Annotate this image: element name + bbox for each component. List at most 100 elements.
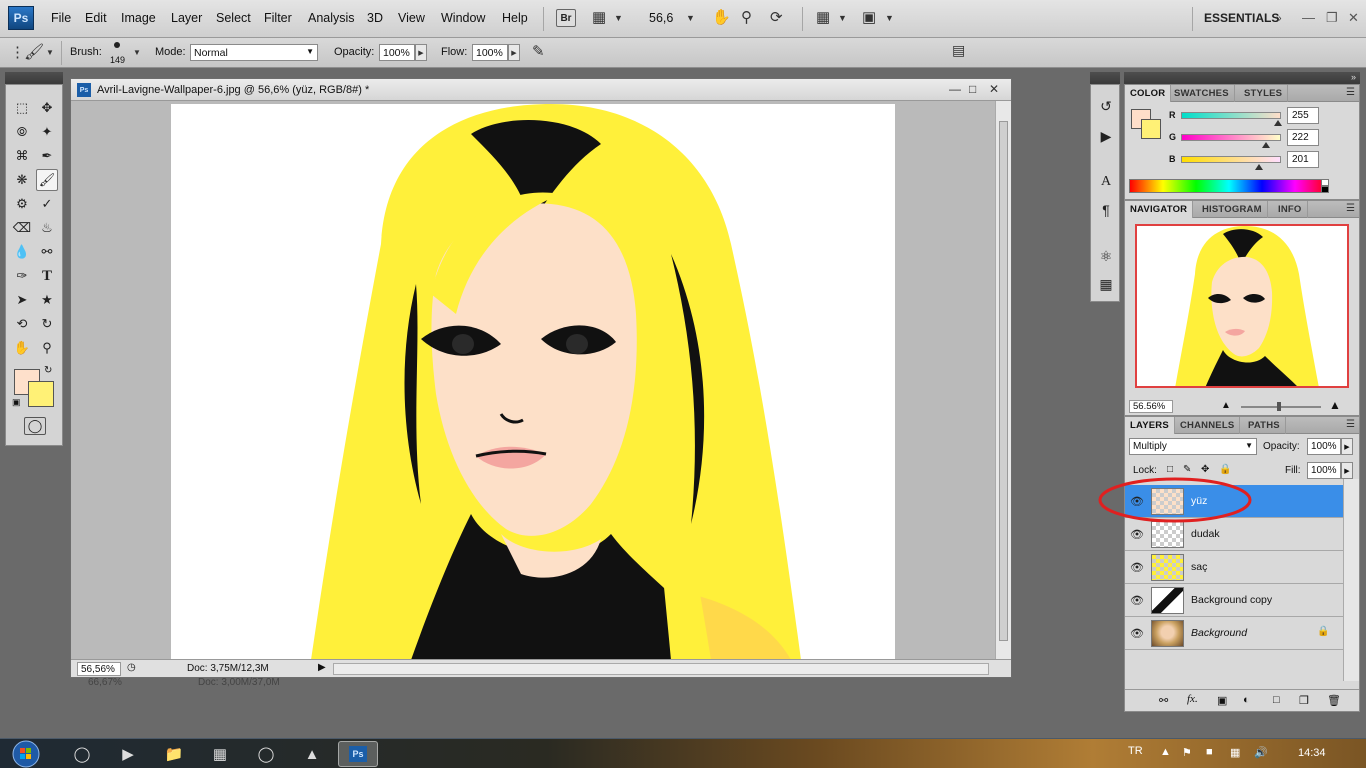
layer-visibility-eye-icon[interactable]: 👁 [1129, 626, 1145, 640]
tray-device-icon[interactable]: ■ [1206, 746, 1213, 758]
bridge-button[interactable]: Br [556, 9, 576, 27]
3d-orbit-tool-icon[interactable]: ↻ [36, 313, 58, 335]
default-colors-icon[interactable]: ▣ [12, 397, 21, 408]
tab-histogram[interactable]: HISTOGRAM [1197, 201, 1268, 218]
tray-expand-icon[interactable]: ▲ [1160, 746, 1171, 758]
menu-view[interactable]: View [398, 11, 425, 25]
red-channel-slider[interactable] [1181, 112, 1282, 126]
status-menu-arrow-icon[interactable]: ▶ [318, 662, 326, 673]
screen-mode-chevron-down-icon[interactable]: ▼ [885, 13, 894, 23]
layer-row-sac[interactable]: 👁 saç [1125, 551, 1343, 584]
lasso-tool-icon[interactable]: ⦾ [11, 121, 33, 143]
brush-tool-icon[interactable]: 🖌 [36, 169, 58, 191]
menu-edit[interactable]: Edit [85, 11, 107, 25]
new-layer-icon[interactable]: ❐ [1299, 694, 1309, 707]
image-canvas[interactable] [171, 104, 895, 659]
lock-position-icon[interactable]: ✥ [1201, 464, 1209, 475]
link-layers-icon[interactable]: ⚯ [1159, 694, 1168, 707]
lock-transparent-icon[interactable]: □ [1167, 464, 1173, 475]
blur-tool-icon[interactable]: 💧 [11, 241, 33, 263]
taskbar-calculator-icon[interactable]: ▦ [200, 741, 240, 767]
brush-preset-chevron-icon[interactable]: ▼ [46, 48, 54, 57]
delete-layer-icon[interactable]: 🗑 [1327, 694, 1341, 707]
canvas-area[interactable] [71, 101, 995, 659]
layer-row-background[interactable]: 👁 Background 🔒 [1125, 617, 1343, 650]
green-channel-thumb[interactable] [1262, 142, 1271, 148]
tab-swatches[interactable]: SWATCHES [1169, 85, 1235, 102]
taskbar-explorer-icon[interactable]: 📁 [154, 741, 194, 767]
zoom-level[interactable]: 56,6 [649, 11, 673, 25]
brush-preset-icon[interactable]: 🖌 [24, 42, 44, 62]
taskbar-media-player-icon[interactable]: ▶ [108, 741, 148, 767]
layer-visibility-eye-icon[interactable]: 👁 [1129, 560, 1145, 574]
color-panel-menu-icon[interactable]: ☰ [1346, 87, 1355, 98]
zoom-out-icon[interactable]: ▲ [1221, 400, 1231, 411]
pen-tool-icon[interactable]: ✑ [11, 265, 33, 287]
screen-mode-icon[interactable]: ▣ [862, 8, 876, 26]
flow-field[interactable]: 100% [472, 44, 508, 61]
navigator-zoom-thumb[interactable] [1277, 402, 1282, 411]
navigator-view-box[interactable] [1135, 224, 1349, 388]
3d-rotate-tool-icon[interactable]: ⟲ [11, 313, 33, 335]
horizontal-scrollbar[interactable] [333, 663, 989, 675]
mode-select[interactable]: Normal ▼ [190, 44, 318, 61]
document-zoom-field[interactable]: 56,56% [77, 662, 121, 676]
fill-slider-toggle-icon[interactable]: ▶ [1341, 462, 1353, 479]
layer-row-background-copy[interactable]: 👁 Background copy [1125, 584, 1343, 617]
layer-opacity-field[interactable]: 100% [1307, 438, 1341, 455]
menu-image[interactable]: Image [121, 11, 156, 25]
collapse-panels-icon[interactable]: » [1351, 72, 1356, 82]
paragraph-panel-icon[interactable]: ¶ [1095, 199, 1117, 221]
tab-navigator[interactable]: NAVIGATOR [1125, 201, 1194, 218]
history-brush-tool-icon[interactable]: ✓ [36, 193, 58, 215]
paint-bucket-tool-icon[interactable]: ♨ [36, 217, 58, 239]
menu-filter[interactable]: Filter [264, 11, 292, 25]
green-channel-slider[interactable] [1181, 134, 1281, 148]
arrange-documents-icon[interactable]: ▦ [816, 8, 830, 26]
tray-language[interactable]: TR [1128, 745, 1143, 757]
document-maximize-icon[interactable]: □ [969, 82, 976, 96]
menu-file[interactable]: File [51, 11, 71, 25]
eyedropper-tool-icon[interactable]: ✒ [36, 145, 58, 167]
vertical-scrollbar-thumb[interactable] [999, 121, 1008, 641]
taskbar-browser-icon[interactable]: ◯ [246, 741, 286, 767]
new-group-icon[interactable]: □ [1273, 694, 1280, 706]
photoshop-logo[interactable]: Ps [8, 6, 34, 30]
white-swatch[interactable] [1321, 179, 1329, 186]
red-channel-thumb[interactable] [1274, 120, 1282, 126]
tray-volume-icon[interactable]: 🔊 [1254, 746, 1268, 759]
custom-shape-tool-icon[interactable]: ★ [36, 289, 58, 311]
healing-brush-tool-icon[interactable]: ❋ [11, 169, 33, 191]
black-swatch[interactable] [1321, 186, 1329, 193]
layer-mask-icon[interactable]: ▣ [1217, 694, 1227, 707]
blue-channel-value[interactable]: 201 [1287, 151, 1319, 168]
red-channel-value[interactable]: 255 [1287, 107, 1319, 124]
workspace-switcher[interactable]: ESSENTIALS [1204, 11, 1279, 25]
menu-analysis[interactable]: Analysis [308, 11, 355, 25]
layers-panel-menu-icon[interactable]: ☰ [1346, 419, 1355, 430]
path-selection-tool-icon[interactable]: ➤ [11, 289, 33, 311]
fill-field[interactable]: 100% [1307, 462, 1341, 479]
hand-tool-icon[interactable]: ✋ [712, 8, 731, 26]
type-tool-icon[interactable]: T [36, 265, 58, 287]
flow-slider-toggle-icon[interactable]: ▶ [508, 44, 520, 61]
document-titlebar[interactable]: Ps Avril-Lavigne-Wallpaper-6.jpg @ 56,6%… [71, 79, 1011, 101]
layer-visibility-eye-icon[interactable]: 👁 [1129, 527, 1145, 541]
tray-network-icon[interactable]: ▦ [1230, 746, 1240, 759]
marquee-tool-icon[interactable]: ⬚ [11, 97, 33, 119]
minimize-icon[interactable]: — [1302, 10, 1315, 25]
tray-clock[interactable]: 14:34 [1298, 747, 1326, 759]
taskbar-ie-icon[interactable]: ◯ [62, 741, 102, 767]
navigator-preview[interactable] [1135, 224, 1349, 388]
view-extras-icon[interactable]: ▦ [592, 8, 606, 26]
document-close-icon[interactable]: ✕ [989, 82, 999, 96]
history-panel-icon[interactable]: ↺ [1095, 95, 1117, 117]
zoom-tool-icon[interactable]: ⚲ [741, 8, 752, 26]
tools-panel-grip[interactable] [5, 72, 63, 84]
tab-layers[interactable]: LAYERS [1125, 417, 1175, 434]
menu-select[interactable]: Select [216, 11, 251, 25]
layers-scrollbar[interactable] [1343, 479, 1359, 681]
eraser-tool-icon[interactable]: ⌫ [11, 217, 33, 239]
document-minimize-icon[interactable]: — [949, 82, 961, 96]
hand-tool-icon[interactable]: ✋ [11, 337, 33, 359]
